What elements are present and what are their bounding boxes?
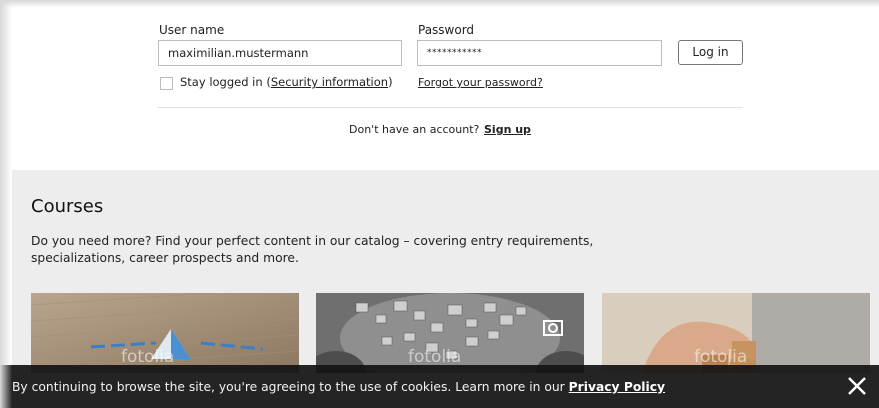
security-information-link[interactable]: Security information bbox=[271, 75, 388, 89]
page: User name maximilian.mustermann Password… bbox=[0, 0, 879, 408]
course-card-2[interactable]: fotolia bbox=[316, 293, 584, 373]
no-account-text: Don't have an account? bbox=[349, 123, 480, 136]
cookie-text: By continuing to browse the site, you're… bbox=[12, 380, 665, 394]
stay-logged-in-suffix: ) bbox=[388, 75, 393, 89]
login-button[interactable]: Log in bbox=[678, 40, 743, 65]
window-edge-top bbox=[0, 0, 879, 8]
cookie-banner: By continuing to browse the site, you're… bbox=[0, 365, 879, 408]
sign-up-link[interactable]: Sign up bbox=[484, 123, 531, 136]
courses-title: Courses bbox=[31, 196, 104, 217]
cookie-message: By continuing to browse the site, you're… bbox=[12, 380, 569, 394]
divider bbox=[158, 107, 743, 108]
close-icon-glyph bbox=[848, 377, 866, 395]
fotolia-watermark-2: fotolia bbox=[408, 347, 462, 367]
courses-description: Do you need more? Find your perfect cont… bbox=[31, 234, 594, 265]
course-card-1[interactable]: fotolia bbox=[31, 293, 299, 373]
privacy-policy-link[interactable]: Privacy Policy bbox=[569, 380, 665, 394]
password-label: Password bbox=[418, 23, 475, 37]
stay-logged-in-checkbox[interactable] bbox=[160, 77, 173, 90]
fotolia-watermark-3: fotolia bbox=[694, 347, 748, 367]
close-icon[interactable] bbox=[845, 374, 869, 398]
fotolia-watermark-1: fotolia bbox=[121, 347, 175, 367]
window-edge-left bbox=[0, 0, 12, 408]
course-card-3[interactable]: fotolia bbox=[602, 293, 870, 373]
username-input[interactable]: maximilian.mustermann bbox=[158, 40, 402, 66]
password-input[interactable]: *********** bbox=[417, 40, 662, 66]
login-panel: User name maximilian.mustermann Password… bbox=[12, 8, 879, 170]
stay-logged-in-label: Stay logged in (Security information) bbox=[180, 75, 393, 89]
username-label: User name bbox=[159, 23, 225, 37]
forgot-password-link[interactable]: Forgot your password? bbox=[418, 76, 543, 89]
stay-logged-in-prefix: Stay logged in ( bbox=[180, 75, 271, 89]
